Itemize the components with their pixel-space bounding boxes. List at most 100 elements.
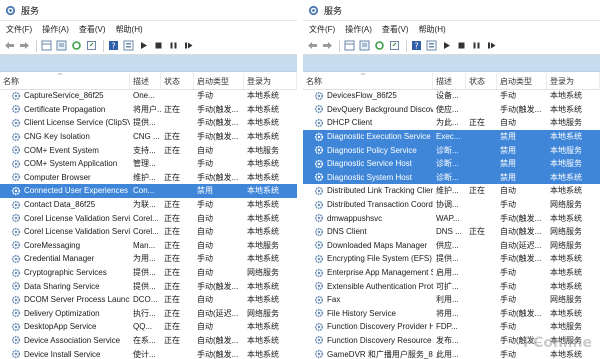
column-header-name[interactable]: 名称 ^ [0,73,130,89]
stop-icon[interactable] [152,39,165,52]
menu-help[interactable]: 帮助(H) [116,24,143,35]
service-row[interactable]: Diagnostic Execution Service Exec... 禁用 本地系… [303,129,600,144]
menu-file[interactable]: 文件(F) [309,24,335,35]
service-description: WAP... [436,213,460,223]
service-row[interactable]: COM+ Event System 支持... 正在 自动 本地服务 [0,143,297,157]
column-header-startup-type[interactable]: 启动类型 [194,73,244,89]
service-row[interactable]: Device Install Service 使计... 手动(触发... 本地系统 [0,347,297,359]
service-startup-type: 手动 [500,322,516,332]
export-icon[interactable] [388,39,401,52]
service-row[interactable]: DNS Client DNS ... 正在 自动(触发... 网络服务 [303,225,600,239]
column-header-description[interactable]: 描述 [130,73,161,89]
service-row[interactable]: Connected User Experiences a... Con... 禁用 本… [0,184,297,198]
service-log-on-as: 本地系统 [247,254,279,264]
menu-view[interactable]: 查看(V) [382,24,409,35]
export-icon[interactable] [85,39,98,52]
service-description: 将用户... [133,104,161,114]
service-row[interactable]: CaptureService_86f25 One... 手动 本地系统 [0,89,297,103]
restart-icon[interactable] [182,39,195,52]
column-header-description[interactable]: 描述 [433,73,466,89]
window-title: 服务 [324,5,343,16]
service-name-cell: DevicesFlow_86f25 [303,89,433,102]
service-row[interactable]: Corel License Validation Servic... Corel.… [0,225,297,239]
stop-icon[interactable] [455,39,468,52]
column-header-status[interactable]: 状态 [161,73,194,89]
service-row[interactable]: Cryptographic Services 提供... 正在 自动 网络服务 [0,266,297,280]
list-icon[interactable] [55,39,68,52]
service-row[interactable]: Certificate Propagation 将用户... 正在 手动(触发... 本… [0,103,297,117]
service-startup-type: 手动(触发... [500,213,542,223]
service-row[interactable]: Encrypting File System (EFS) 提供... 手动(触发..… [303,252,600,266]
service-row[interactable]: Contact Data_86f25 为联... 正在 手动 本地系统 [0,198,297,212]
service-row[interactable]: Client License Service (ClipSVC) 提供... 手动(… [0,116,297,130]
service-row[interactable]: Diagnostic System Host 诊断... 禁用 本地系统 [303,170,600,185]
help-icon[interactable]: ? [410,39,423,52]
pause-icon[interactable] [470,39,483,52]
service-row[interactable]: CoreMessaging Man... 正在 自动 本地服务 [0,239,297,253]
grid-icon[interactable] [40,39,53,52]
column-header-startup-type[interactable]: 启动类型 [497,73,547,89]
service-row[interactable]: Computer Browser 维护... 正在 手动(触发... 本地系统 [0,171,297,185]
service-row[interactable]: CNG Key Isolation CNG ... 正在 手动(触发... 本地系统 [0,130,297,144]
services-gear-icon [5,5,16,15]
service-log-on-as: 本地系统 [550,91,582,101]
service-row[interactable]: Delivery Optimization 执行... 正在 自动(延迟... 网络服务 [0,307,297,321]
service-row[interactable]: Function Discovery Provider H FDP... 手动 本地服… [303,320,600,334]
forward-arrow-icon[interactable] [321,39,334,52]
menu-file[interactable]: 文件(F) [6,24,32,35]
service-row[interactable]: dmwappushsvc WAP... 手动(触发... 本地系统 [303,211,600,225]
pause-icon[interactable] [167,39,180,52]
service-gear-icon [314,282,324,291]
service-row[interactable]: DHCP Client 为此... 正在 自动 本地服务 [303,116,600,130]
back-arrow-icon[interactable] [306,39,319,52]
service-row[interactable]: Diagnostic Policy Service 诊断... 禁用 本地服务 [303,143,600,157]
menu-help[interactable]: 帮助(H) [419,24,446,35]
properties-icon[interactable] [122,39,135,52]
service-row[interactable]: File History Service 将用... 手动(触发... 本地系统 [303,307,600,321]
column-header-name[interactable]: 名称 ^ [303,73,433,89]
service-log-on-as: 本地系统 [247,132,279,142]
menu-view[interactable]: 查看(V) [79,24,106,35]
forward-arrow-icon[interactable] [18,39,31,52]
service-row[interactable]: Diagnostic Service Host 诊断... 禁用 本地服务 [303,156,600,171]
service-name-cell: Extensible Authentication Prot... [303,280,433,293]
service-row[interactable]: DevicesFlow_86f25 设备... 手动 本地系统 [303,89,600,103]
refresh-icon[interactable] [373,39,386,52]
title-bar: 服务 [0,0,297,21]
service-row[interactable]: DevQuery Background Discov... 使应... 手动(触发.… [303,103,600,117]
service-name-cell: Cryptographic Services [0,266,130,279]
service-row[interactable]: DCOM Server Process Launcher DCO... 正在 自动 本地… [0,293,297,307]
service-row[interactable]: Downloaded Maps Manager 供应... 自动(延迟... 网络服务 [303,239,600,253]
restart-icon[interactable] [485,39,498,52]
play-icon[interactable] [440,39,453,52]
column-header-status[interactable]: 状态 [466,73,497,89]
list-icon[interactable] [358,39,371,52]
service-log-on-as: 本地服务 [550,322,582,332]
service-gear-icon [11,105,21,114]
menu-action[interactable]: 操作(A) [42,24,69,35]
service-row[interactable]: Device Association Service 在系... 正在 自动(触发..… [0,334,297,348]
service-row[interactable]: Distributed Transaction Coord... 协调... 手动 网… [303,198,600,212]
service-row[interactable]: Extensible Authentication Prot... 可扩... 手动… [303,279,600,293]
service-row[interactable]: DesktopApp Service QQ... 正在 自动 本地系统 [0,320,297,334]
refresh-icon[interactable] [70,39,83,52]
service-row[interactable]: Credential Manager 为用... 正在 手动 本地系统 [0,252,297,266]
service-row[interactable]: Data Sharing Service 提供... 正在 手动(触发... 本地系统 [0,279,297,293]
service-row[interactable]: Enterprise App Management S... 启用... 手动 本地系… [303,266,600,280]
play-icon[interactable] [137,39,150,52]
properties-icon[interactable] [425,39,438,52]
service-row[interactable]: COM+ System Application 管理... 手动 本地系统 [0,157,297,171]
column-header-log-on-as[interactable]: 登录为 [547,73,600,89]
help-icon[interactable]: ? [107,39,120,52]
service-row[interactable]: Corel License Validation Servic... Corel.… [0,211,297,225]
service-log-on-as: 本地系统 [550,281,582,291]
service-row[interactable]: Distributed Link Tracking Client 维护... 正在 自… [303,184,600,198]
menu-action[interactable]: 操作(A) [345,24,372,35]
service-log-on-as: 本地系统 [247,349,279,359]
service-startup-type: 手动 [500,200,516,210]
column-header-log-on-as[interactable]: 登录为 [244,73,297,89]
back-arrow-icon[interactable] [3,39,16,52]
service-row[interactable]: Fax 利用... 手动 网络服务 [303,293,600,307]
grid-icon[interactable] [343,39,356,52]
service-gear-icon [314,349,324,359]
